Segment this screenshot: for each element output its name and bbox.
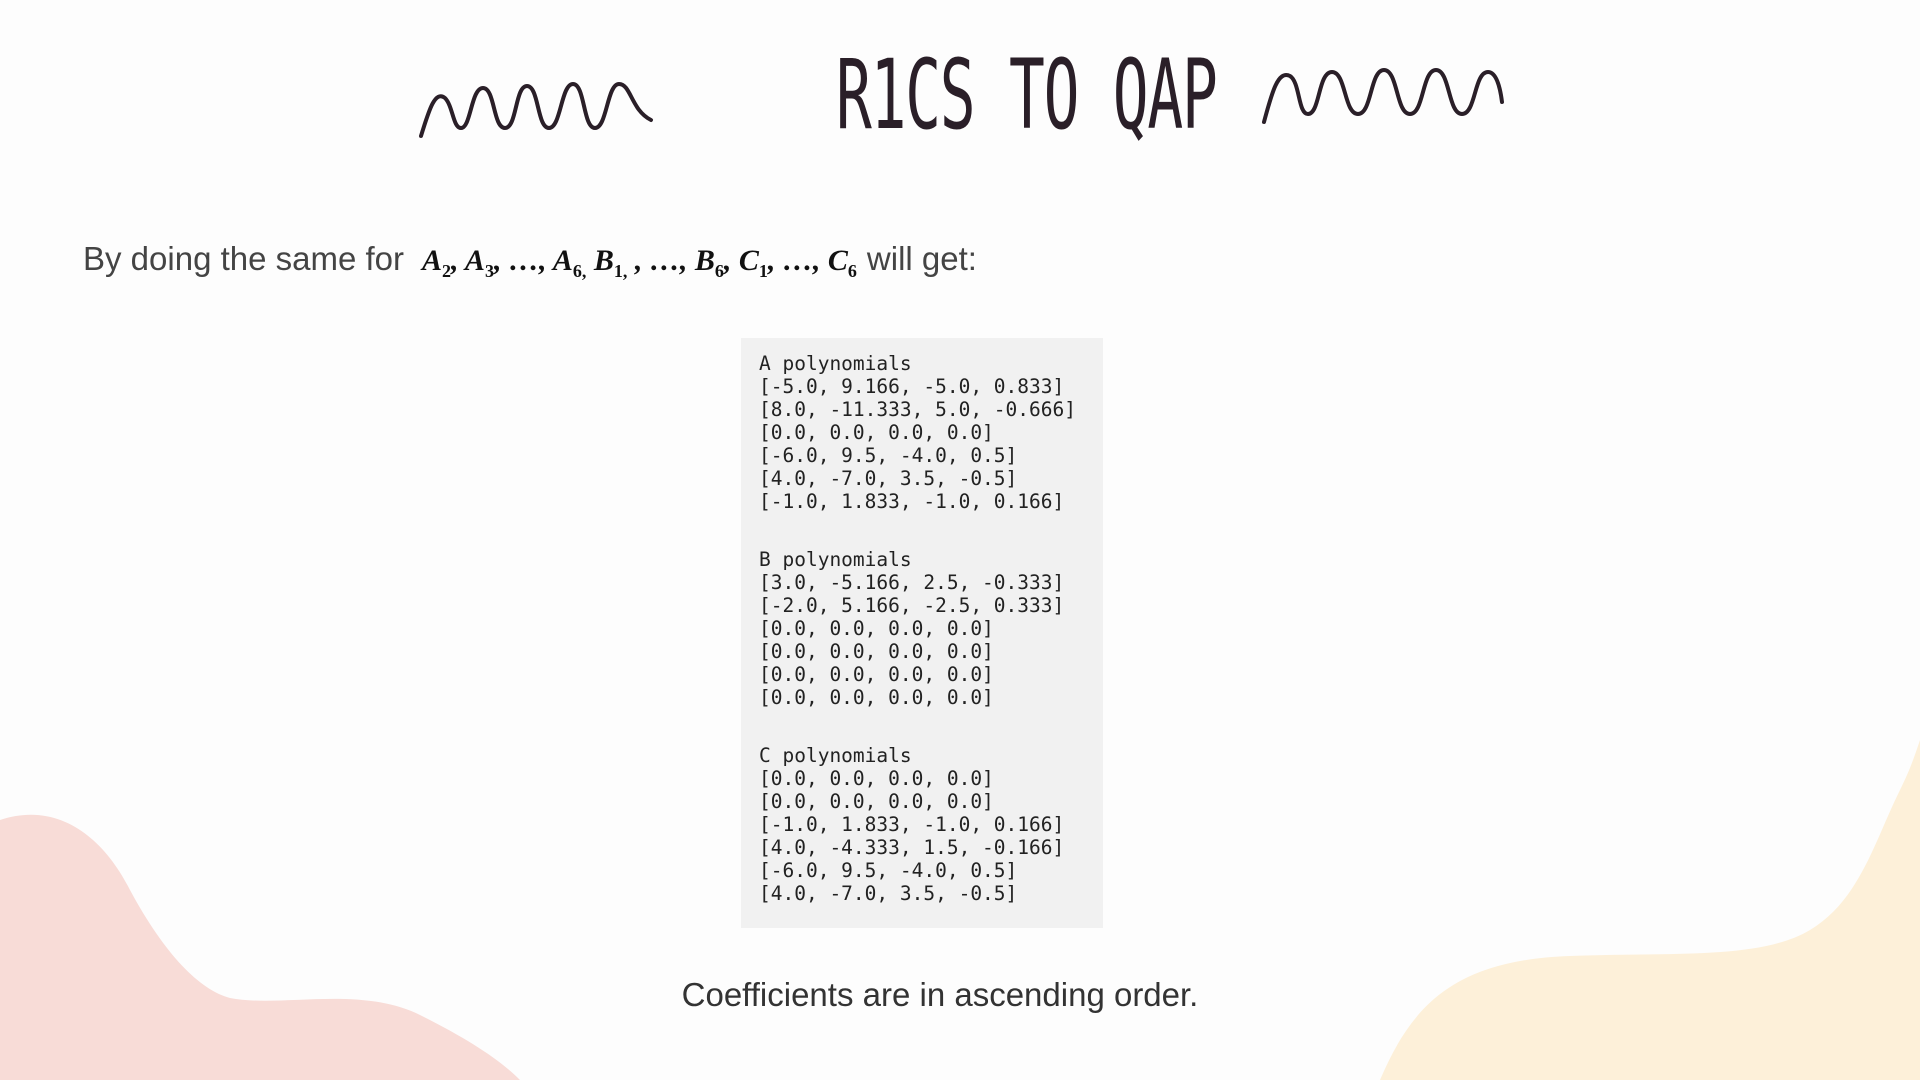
polynomial-row: [4.0, -7.0, 3.5, -0.5]	[759, 467, 1018, 490]
polynomial-row: [-6.0, 9.5, -4.0, 0.5]	[759, 859, 1018, 882]
b-polynomials-group: B polynomials [3.0, -5.166, 2.5, -0.333]…	[759, 548, 1085, 709]
polynomial-row: [4.0, -4.333, 1.5, -0.166]	[759, 836, 1065, 859]
polynomial-row: [0.0, 0.0, 0.0, 0.0]	[759, 617, 994, 640]
cream-blob-decoration	[1380, 740, 1920, 1080]
polynomial-row: [0.0, 0.0, 0.0, 0.0]	[759, 790, 994, 813]
a-polynomials-header: A polynomials	[759, 352, 912, 375]
left-squiggle-decoration	[419, 82, 653, 138]
b-polynomials-header: B polynomials	[759, 548, 912, 571]
intro-sentence: By doing the same for A2, A3, …, A6, B1,…	[83, 240, 977, 290]
polynomial-row: [-1.0, 1.833, -1.0, 0.166]	[759, 490, 1065, 513]
coefficients-order-note: Coefficients are in ascending order.	[681, 976, 1199, 1013]
polynomial-row: [-5.0, 9.166, -5.0, 0.833]	[759, 375, 1065, 398]
pink-blob-decoration	[0, 814, 520, 1080]
intro-suffix-text: will get:	[866, 240, 977, 277]
polynomial-row: [0.0, 0.0, 0.0, 0.0]	[759, 421, 994, 444]
polynomial-row: [4.0, -7.0, 3.5, -0.5]	[759, 882, 1018, 905]
slide-title: R1CS TO QAP	[836, 39, 1218, 151]
polynomial-row: [0.0, 0.0, 0.0, 0.0]	[759, 767, 994, 790]
polynomial-row: [0.0, 0.0, 0.0, 0.0]	[759, 640, 994, 663]
polynomial-row: [-1.0, 1.833, -1.0, 0.166]	[759, 813, 1065, 836]
math-variable-list: A2, A3, …, A6, B1, , …, B6, C1, …, C6	[422, 244, 857, 281]
polynomial-row: [8.0, -11.333, 5.0, -0.666]	[759, 398, 1076, 421]
polynomial-row: [3.0, -5.166, 2.5, -0.333]	[759, 571, 1065, 594]
polynomial-row: [0.0, 0.0, 0.0, 0.0]	[759, 686, 994, 709]
right-squiggle-decoration	[1262, 68, 1504, 124]
c-polynomials-header: C polynomials	[759, 744, 912, 767]
polynomial-row: [-6.0, 9.5, -4.0, 0.5]	[759, 444, 1018, 467]
c-polynomials-group: C polynomials [0.0, 0.0, 0.0, 0.0] [0.0,…	[759, 744, 1085, 905]
polynomial-row: [-2.0, 5.166, -2.5, 0.333]	[759, 594, 1065, 617]
polynomials-code-panel: A polynomials [-5.0, 9.166, -5.0, 0.833]…	[741, 338, 1103, 928]
a-polynomials-group: A polynomials [-5.0, 9.166, -5.0, 0.833]…	[759, 352, 1085, 513]
polynomial-row: [0.0, 0.0, 0.0, 0.0]	[759, 663, 994, 686]
intro-prefix-text: By doing the same for	[83, 240, 405, 277]
